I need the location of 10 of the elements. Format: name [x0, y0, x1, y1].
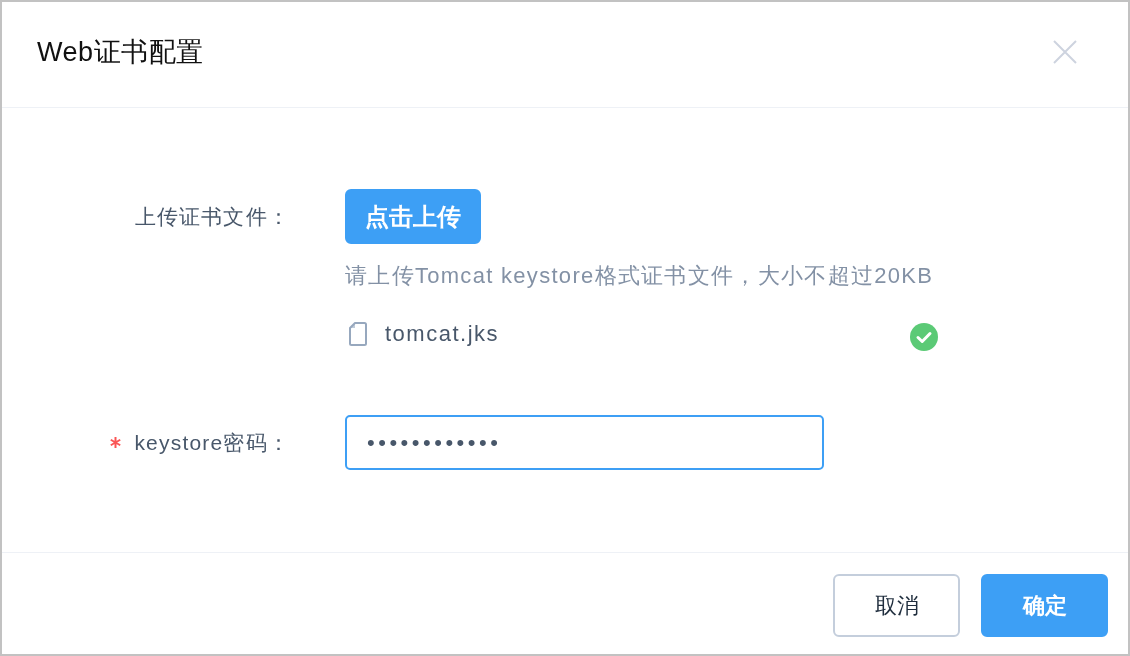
file-name: tomcat.jks [385, 321, 500, 347]
field-label: 上传证书文件： [134, 203, 290, 230]
close-button[interactable] [1053, 39, 1077, 64]
dialog-title: Web证书配置 [37, 35, 204, 69]
upload-hint-text: 请上传Tomcat keystore格式证书文件，大小不超过20KB [345, 262, 934, 290]
close-icon [1053, 39, 1077, 64]
field-label: keystore密码： [134, 429, 290, 456]
file-icon [349, 322, 367, 346]
cancel-button[interactable]: 取消 [833, 574, 960, 637]
password-field[interactable]: •••••••••••• [345, 415, 824, 470]
